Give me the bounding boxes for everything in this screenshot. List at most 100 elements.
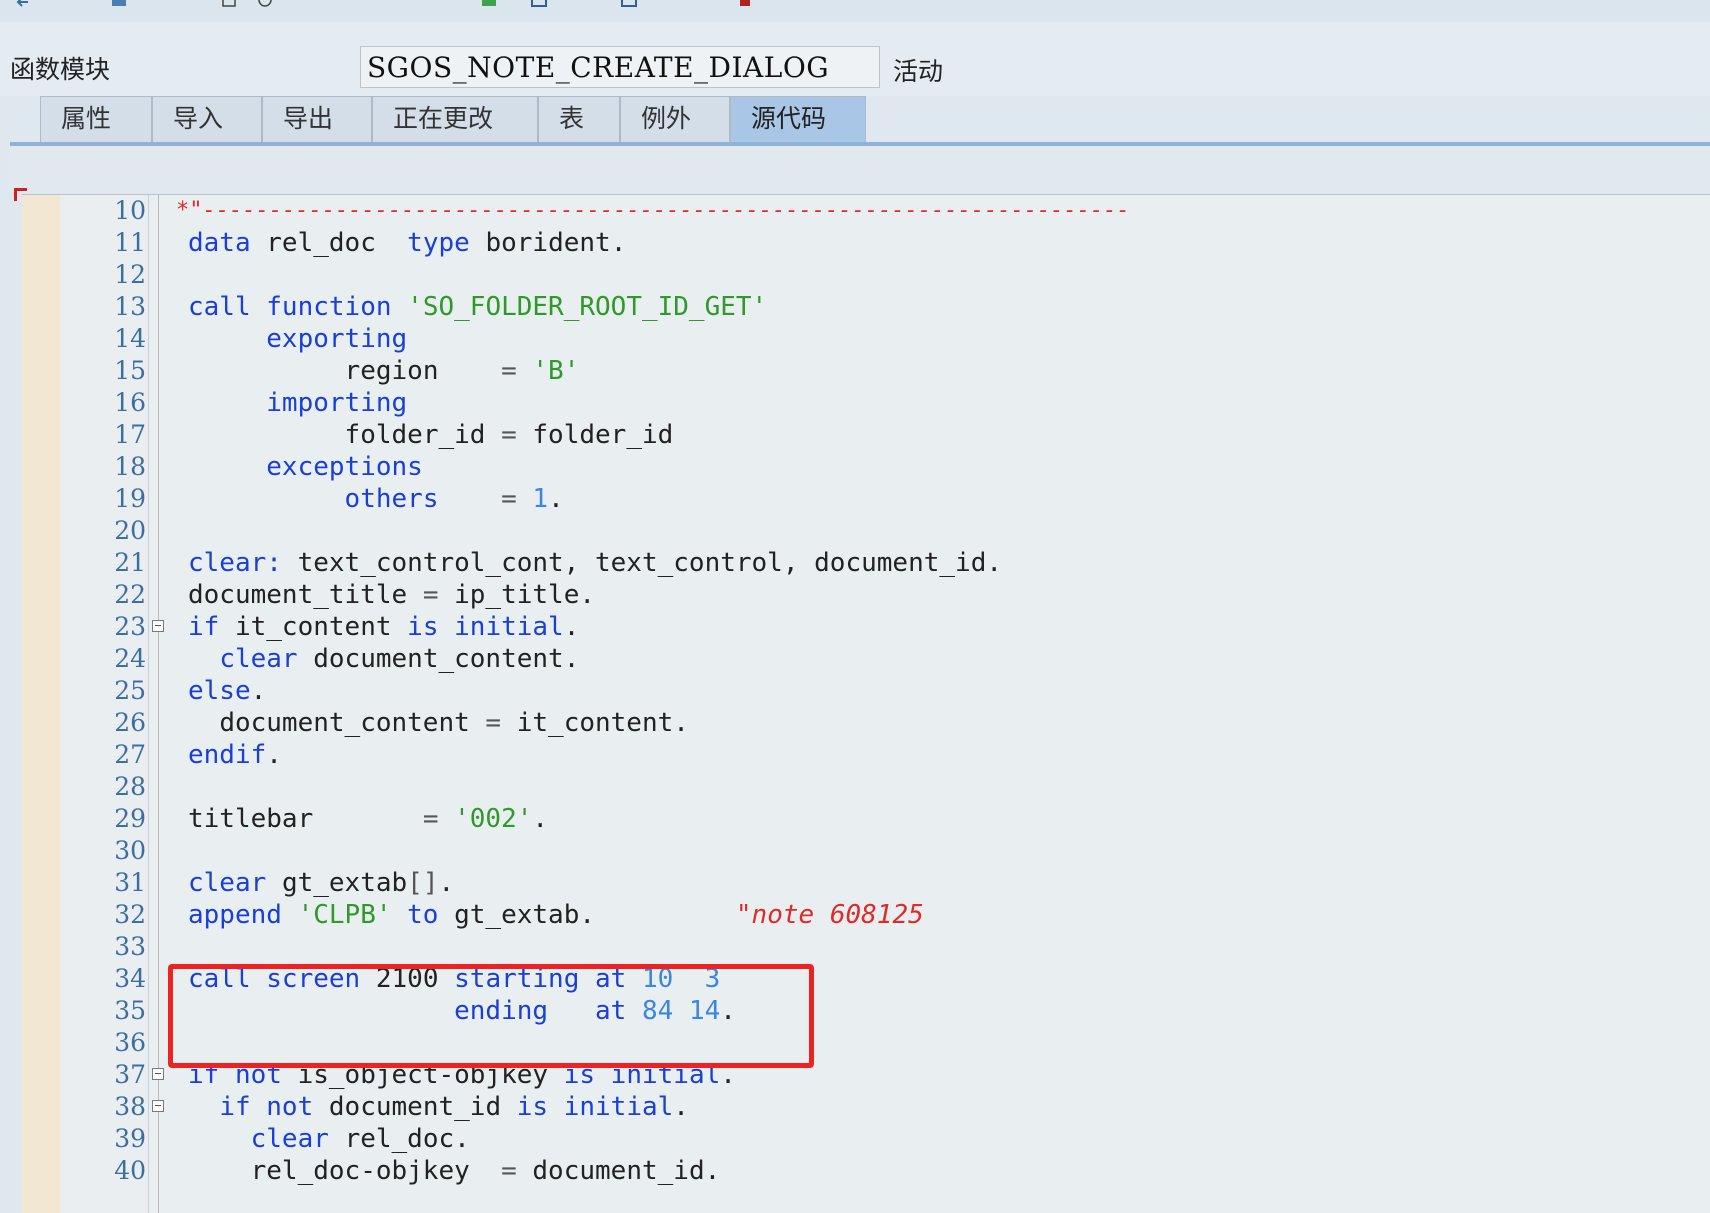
function-module-label: 函数模块 — [10, 55, 111, 84]
line-number: 31 — [114, 868, 146, 897]
line-number: 16 — [114, 388, 146, 417]
code-text: else. — [188, 676, 267, 706]
line-number: 18 — [114, 452, 146, 481]
comment: *"--------------------------------------… — [176, 198, 1130, 223]
function-module-name-field[interactable]: SGOS_NOTE_CREATE_DIALOG — [360, 46, 880, 88]
line-number: 23 — [114, 612, 146, 641]
code-line[interactable]: 38 if not document_id is initial. — [22, 1091, 1710, 1123]
line-number: 22 — [114, 580, 146, 609]
code-line[interactable]: 32 append 'CLPB' to gt_extab. "note 6081… — [22, 899, 1710, 931]
line-number: 11 — [114, 228, 146, 257]
line-number: 29 — [114, 804, 146, 833]
code-text: folder_id = folder_id — [344, 420, 674, 450]
line-number: 13 — [114, 292, 146, 321]
code-line[interactable]: 30 — [22, 835, 1710, 867]
line-number: 25 — [114, 676, 146, 705]
code-line[interactable]: 27 endif. — [22, 739, 1710, 771]
tab-export[interactable]: 导出 — [262, 96, 372, 142]
line-number: 28 — [114, 772, 146, 801]
code-text: titlebar = '002'. — [188, 804, 549, 834]
code-line[interactable]: 23 if it_content is initial. — [22, 611, 1710, 643]
code-text: clear rel_doc. — [250, 1124, 470, 1154]
help-icon[interactable] — [736, 0, 754, 8]
status-label: 活动 — [893, 57, 944, 86]
tab-label: 例外 — [641, 104, 692, 133]
line-number: 19 — [114, 484, 146, 513]
code-text: document_content = it_content. — [219, 708, 689, 738]
line-number: 37 — [114, 1060, 146, 1089]
line-number: 14 — [114, 324, 146, 353]
code-text: clear document_content. — [219, 644, 580, 674]
activate-icon[interactable] — [256, 0, 274, 8]
code-line[interactable]: 26 document_content = it_content. — [22, 707, 1710, 739]
tab-label: 导出 — [283, 104, 334, 133]
line-number: 21 — [114, 548, 146, 577]
back-icon[interactable] — [14, 0, 32, 8]
code-line[interactable]: 14 exporting — [22, 323, 1710, 355]
line-number: 26 — [114, 708, 146, 737]
code-text: document_title = ip_title. — [188, 580, 596, 610]
line-number: 10 — [114, 196, 146, 225]
tab-label: 正在更改 — [393, 104, 494, 133]
code-line[interactable]: 22 document_title = ip_title. — [22, 579, 1710, 611]
line-number: 27 — [114, 740, 146, 769]
tab-exceptions[interactable]: 例外 — [620, 96, 730, 142]
code-line[interactable]: 33 — [22, 931, 1710, 963]
code-line[interactable]: 21 clear: text_control_cont, text_contro… — [22, 547, 1710, 579]
code-text: exceptions — [266, 452, 423, 482]
code-line[interactable]: 12 — [22, 259, 1710, 291]
code-line[interactable]: 39 clear rel_doc. — [22, 1123, 1710, 1155]
collapse-block-icon[interactable] — [152, 620, 164, 632]
code-line[interactable]: 40 rel_doc-objkey = document_id. — [22, 1155, 1710, 1187]
code-text: clear gt_extab[]. — [188, 868, 455, 898]
where-used-icon[interactable] — [530, 0, 548, 8]
code-line[interactable]: 11 data rel_doc type borident. — [22, 227, 1710, 259]
code-text: importing — [266, 388, 408, 418]
code-line[interactable]: 16 importing — [22, 387, 1710, 419]
line-number: 40 — [114, 1156, 146, 1185]
code-line[interactable]: 29 titlebar = '002'. — [22, 803, 1710, 835]
collapse-block-icon[interactable] — [152, 1068, 164, 1080]
line-number: 12 — [114, 260, 146, 289]
display-object-list-icon[interactable] — [620, 0, 638, 8]
code-line[interactable]: 13 call function 'SO_FOLDER_ROOT_ID_GET' — [22, 291, 1710, 323]
code-line[interactable]: 31 clear gt_extab[]. — [22, 867, 1710, 899]
code-line[interactable]: 28 — [22, 771, 1710, 803]
collapse-block-icon[interactable] — [152, 1100, 164, 1112]
line-number: 34 — [114, 964, 146, 993]
code-text: data rel_doc type borident. — [188, 228, 627, 258]
code-line[interactable]: 10 *"-----------------------------------… — [22, 195, 1710, 227]
tab-import[interactable]: 导入 — [152, 96, 262, 142]
code-line[interactable]: 18 exceptions — [22, 451, 1710, 483]
editor-toolbar-area — [8, 146, 1710, 194]
line-number: 33 — [114, 932, 146, 961]
line-number: 35 — [114, 996, 146, 1025]
tab-strip: 属性 导入 导出 正在更改 表 例外 源代码 — [0, 96, 1710, 144]
tab-source-code[interactable]: 源代码 — [730, 96, 866, 142]
highlight-annotation-box — [168, 964, 814, 1068]
code-line[interactable]: 17 folder_id = folder_id — [22, 419, 1710, 451]
code-text: rel_doc-objkey = document_id. — [250, 1156, 721, 1186]
line-number: 17 — [114, 420, 146, 449]
line-number: 30 — [114, 836, 146, 865]
save-icon[interactable] — [110, 0, 128, 8]
test-icon[interactable] — [480, 0, 498, 8]
line-number: 20 — [114, 516, 146, 545]
code-text: if not document_id is initial. — [219, 1092, 689, 1122]
code-line[interactable]: 25 else. — [22, 675, 1710, 707]
tab-attributes[interactable]: 属性 — [40, 96, 152, 142]
tab-changing[interactable]: 正在更改 — [372, 96, 538, 142]
code-text: call function 'SO_FOLDER_ROOT_ID_GET' — [188, 292, 768, 322]
code-line[interactable]: 20 — [22, 515, 1710, 547]
code-line[interactable]: 24 clear document_content. — [22, 643, 1710, 675]
check-icon[interactable] — [220, 0, 238, 8]
tab-tables[interactable]: 表 — [538, 96, 620, 142]
code-text: exporting — [266, 324, 408, 354]
code-text: if it_content is initial. — [188, 612, 580, 642]
code-line[interactable]: 19 others = 1. — [22, 483, 1710, 515]
code-text: others = 1. — [344, 484, 564, 514]
line-number: 24 — [114, 644, 146, 673]
application-toolbar — [0, 0, 1710, 23]
line-number: 32 — [114, 900, 146, 929]
code-line[interactable]: 15 region = 'B' — [22, 355, 1710, 387]
